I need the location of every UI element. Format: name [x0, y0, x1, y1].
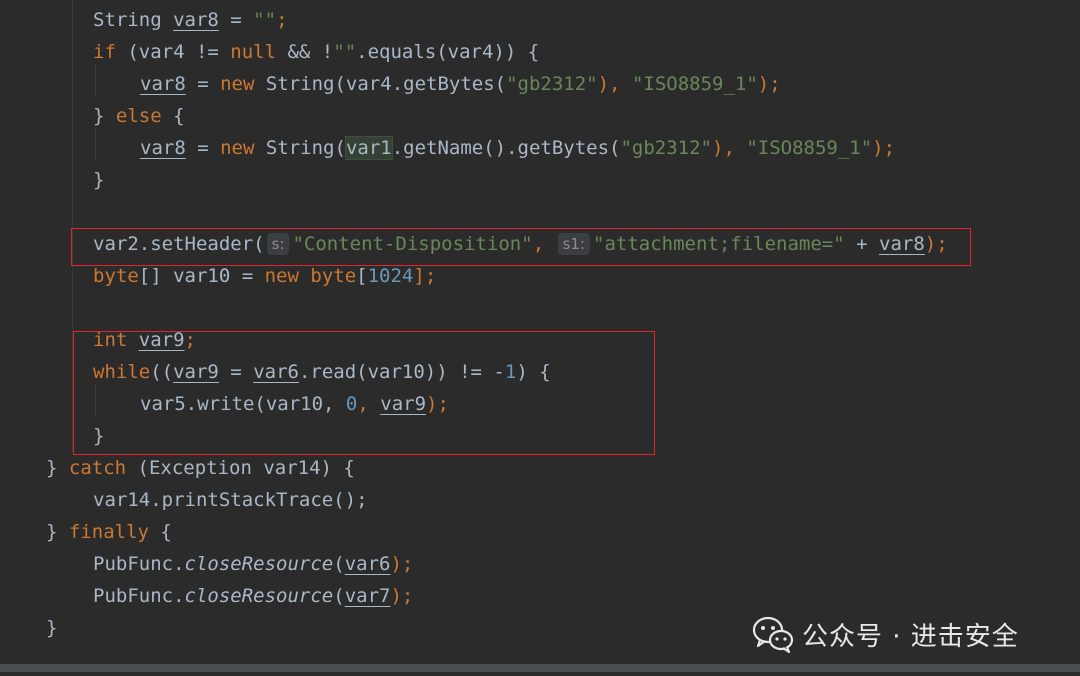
code-token: (Exception var14) { [126, 457, 355, 479]
code-token: = [185, 73, 221, 95]
code-token: var7 [344, 585, 391, 607]
code-token: closeResource [184, 585, 334, 607]
code-line[interactable]: if (var4 != null && !"".equals(var4)) { [93, 36, 539, 68]
code-token: PubFunc. [93, 553, 185, 575]
code-token: (var4 != [115, 41, 231, 63]
code-token: ; [276, 9, 288, 31]
code-token: ); [757, 73, 781, 95]
code-line[interactable]: } catch (Exception var14) { [46, 452, 355, 484]
code-token: { [148, 521, 172, 543]
highlight-box-while-loop [73, 331, 655, 455]
code-token: String [93, 9, 174, 31]
code-line[interactable]: } finally { [46, 516, 172, 548]
highlight-box-setheader [71, 228, 971, 266]
code-token: } [93, 169, 105, 191]
code-line[interactable]: } [93, 164, 104, 196]
code-token: .getName().getBytes( [391, 137, 621, 159]
code-line[interactable]: } else { [93, 100, 185, 132]
code-token: ), [712, 137, 747, 159]
code-token: new [220, 137, 255, 159]
code-token: && ! [276, 41, 334, 63]
code-token: ), [597, 73, 632, 95]
code-token: ); [390, 553, 414, 575]
code-token: "ISO8859_1" [631, 73, 758, 95]
horizontal-scrollbar[interactable] [0, 660, 1080, 676]
code-line[interactable]: var14.printStackTrace(); [93, 484, 368, 516]
code-token: PubFunc. [93, 585, 185, 607]
code-token: catch [68, 457, 127, 479]
code-line[interactable]: String var8 = ""; [93, 4, 288, 36]
code-token: var8 [173, 9, 219, 31]
code-token: var8 [140, 73, 186, 95]
code-token: ( [333, 553, 345, 575]
code-token: "" [253, 9, 277, 31]
code-token: ]; [413, 265, 437, 287]
code-token: [] var10 = [138, 265, 265, 287]
code-token: { [161, 105, 185, 127]
scrollbar-thumb[interactable] [0, 664, 1080, 672]
code-token: var6 [344, 553, 391, 575]
code-token: new [220, 73, 255, 95]
code-token: "" [333, 41, 357, 63]
code-line[interactable]: var8 = new String(var4.getBytes("gb2312"… [140, 68, 781, 100]
code-line[interactable]: PubFunc.closeResource(var6); [93, 548, 413, 580]
code-line[interactable]: PubFunc.closeResource(var7); [93, 580, 413, 612]
code-line[interactable]: var8 = new String(var1.getName().getByte… [140, 132, 895, 164]
code-token: = [185, 137, 221, 159]
watermark-text: 公众号 · 进击安全 [802, 621, 1019, 652]
code-token: closeResource [184, 553, 334, 575]
code-token: } [93, 105, 116, 127]
code-token: ); [872, 137, 896, 159]
watermark: 公众号 · 进击安全 [752, 612, 1019, 656]
code-token: else [115, 105, 162, 127]
code-token: } [46, 617, 58, 639]
code-token: byte [93, 265, 139, 287]
code-token: var14.printStackTrace(); [93, 489, 368, 511]
code-token: var1 [344, 136, 393, 160]
code-token: if [93, 41, 116, 63]
code-token: "gb2312" [620, 137, 712, 159]
code-token: ( [333, 585, 345, 607]
code-token: null [230, 41, 277, 63]
code-token: byte [310, 265, 357, 287]
code-token: "ISO8859_1" [746, 137, 873, 159]
wechat-icon [752, 616, 794, 654]
code-token: } [46, 457, 69, 479]
code-token: String( [254, 137, 346, 159]
code-token: 1024 [367, 265, 414, 287]
code-token: = [218, 9, 254, 31]
code-token: var8 [140, 137, 186, 159]
code-token: .equals(var4)) { [356, 41, 540, 63]
indent-guide [95, 64, 96, 96]
code-token: "gb2312" [506, 73, 598, 95]
code-token: String(var4.getBytes( [254, 73, 507, 95]
code-editor[interactable]: String var8 = ""; if (var4 != null && !""… [0, 0, 1080, 660]
code-token: ); [390, 585, 414, 607]
code-token: } [46, 521, 69, 543]
code-token: [ [356, 265, 368, 287]
code-line[interactable]: } [46, 612, 57, 644]
indent-guide [95, 128, 96, 160]
code-token: new [264, 265, 299, 287]
code-token: finally [68, 521, 149, 543]
